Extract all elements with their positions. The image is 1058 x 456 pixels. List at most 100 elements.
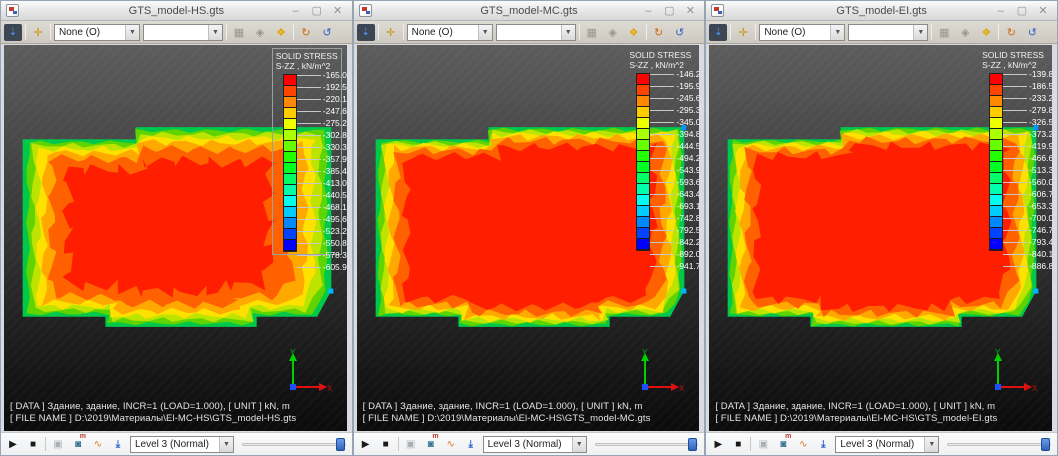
export-result-icon[interactable]: ⤓ [463,436,479,452]
status-data-line: [ DATA ] Здание, здание, INCR=1 (LOAD=1.… [715,401,997,413]
animate-play-icon[interactable]: ↺ [1023,24,1041,41]
node-probe-icon[interactable]: ✛ [734,24,752,41]
play-button[interactable]: ▶ [358,436,374,452]
legend-color-cell [637,96,649,107]
cutting-plane-icon[interactable]: ▦ [583,24,601,41]
contour-viewport[interactable]: SOLID STRESS S-ZZ , kN/m^2 -139.827-186.… [709,45,1052,431]
minimize-button[interactable]: – [995,2,1007,20]
minimize-button[interactable]: – [290,2,302,20]
legend-color-cell [990,140,1002,151]
legend-color-cell [284,86,296,97]
legend-tick [1003,86,1027,87]
legend-tick [650,122,674,123]
legend-value-label: -444.530 [676,142,699,151]
wave-step-icon[interactable]: ∿ [90,436,106,452]
restore-button[interactable]: ▢ [1016,2,1028,20]
legend-tick [1003,98,1027,99]
iso-surface-icon[interactable]: ◈ [251,24,269,41]
record-video-icon[interactable]: ◙ [423,436,439,452]
probe-result-icon[interactable]: ⇣ [4,24,22,41]
iso-surface-icon[interactable]: ◈ [956,24,974,41]
frame-slider[interactable] [595,437,699,452]
result-tag-icon[interactable]: ❖ [625,24,643,41]
legend-value-label: -892.008 [676,250,699,259]
close-button[interactable]: ✕ [684,2,696,20]
cutting-plane-icon[interactable]: ▦ [230,24,248,41]
animate-play-icon[interactable]: ↺ [671,24,689,41]
close-button[interactable]: ✕ [1037,2,1049,20]
slider-track[interactable] [595,443,699,446]
slider-track[interactable] [947,443,1051,446]
restore-button[interactable]: ▢ [311,2,323,20]
legend-value-label: -186.514 [1029,82,1052,91]
save-animation-icon[interactable]: ▣ [403,436,419,452]
legend-value-label: -578.365 [323,251,347,260]
animate-play-icon[interactable]: ↺ [318,24,336,41]
close-button[interactable]: ✕ [332,2,344,20]
node-probe-icon[interactable]: ✛ [29,24,47,41]
title-bar[interactable]: GTS_model-MC.gts – ▢ ✕ [354,1,705,21]
animate-record-icon[interactable]: ↻ [1002,24,1020,41]
result-step-select[interactable]: ▼ [496,24,576,41]
wave-step-icon[interactable]: ∿ [795,436,811,452]
result-step-select[interactable]: ▼ [848,24,928,41]
slider-thumb[interactable] [688,438,697,451]
play-button[interactable]: ▶ [5,436,21,452]
result-mode-select[interactable]: None (O) ▼ [407,24,493,41]
slider-track[interactable] [242,443,346,446]
record-video-icon[interactable]: ◙ [775,436,791,452]
slider-thumb[interactable] [1041,438,1050,451]
legend-color-cell [990,151,1002,162]
export-result-icon[interactable]: ⤓ [815,436,831,452]
result-mode-select[interactable]: None (O) ▼ [54,24,140,41]
title-bar[interactable]: GTS_model-HS.gts – ▢ ✕ [1,1,352,21]
cutting-plane-icon[interactable]: ▦ [935,24,953,41]
result-tag-icon[interactable]: ❖ [977,24,995,41]
stop-button[interactable]: ■ [378,436,394,452]
probe-result-icon[interactable]: ⇣ [709,24,727,41]
title-bar[interactable]: GTS_model-EI.gts – ▢ ✕ [706,1,1057,21]
restore-button[interactable]: ▢ [663,2,675,20]
save-animation-icon[interactable]: ▣ [50,436,66,452]
play-button[interactable]: ▶ [710,436,726,452]
legend-tick [1003,218,1027,219]
animate-record-icon[interactable]: ↻ [297,24,315,41]
legend-tick [650,230,674,231]
probe-result-icon[interactable]: ⇣ [357,24,375,41]
legend-tick [1003,74,1027,75]
legend-value-label: -495.697 [323,215,347,224]
axis-triad: Y X [635,347,685,395]
wave-step-icon[interactable]: ∿ [443,436,459,452]
frame-slider[interactable] [947,437,1051,452]
legend-color-cell [284,207,296,218]
result-tag-icon[interactable]: ❖ [272,24,290,41]
legend-color-cell [637,173,649,184]
legend-tick [1003,230,1027,231]
detail-level-select[interactable]: Level 3 (Normal) ▼ [835,436,939,453]
animate-record-icon[interactable]: ↻ [650,24,668,41]
export-result-icon[interactable]: ⤓ [110,436,126,452]
result-step-select[interactable]: ▼ [143,24,223,41]
frame-slider[interactable] [242,437,346,452]
save-animation-icon[interactable]: ▣ [755,436,771,452]
chevron-down-icon: ▼ [830,25,844,40]
contour-viewport[interactable]: SOLID STRESS S-ZZ , kN/m^2 -165.024-192.… [4,45,347,431]
result-mode-select[interactable]: None (O) ▼ [759,24,845,41]
legend-color-cell [637,195,649,206]
minimize-button[interactable]: – [642,2,654,20]
legend-color-cell [284,229,296,240]
stop-button[interactable]: ■ [25,436,41,452]
contour-viewport[interactable]: SOLID STRESS S-ZZ , kN/m^2 -146.211-195.… [357,45,700,431]
record-video-icon[interactable]: ◙ [70,436,86,452]
stop-button[interactable]: ■ [730,436,746,452]
legend-value-label: -886.824 [1029,262,1052,271]
detail-level-select[interactable]: Level 3 (Normal) ▼ [130,436,234,453]
legend-color-cell [990,228,1002,239]
iso-surface-icon[interactable]: ◈ [604,24,622,41]
legend-tick [297,99,321,100]
legend-title: SOLID STRESS [276,51,338,61]
node-probe-icon[interactable]: ✛ [382,24,400,41]
legend-color-cell [284,75,296,86]
slider-thumb[interactable] [336,438,345,451]
detail-level-select[interactable]: Level 3 (Normal) ▼ [483,436,587,453]
